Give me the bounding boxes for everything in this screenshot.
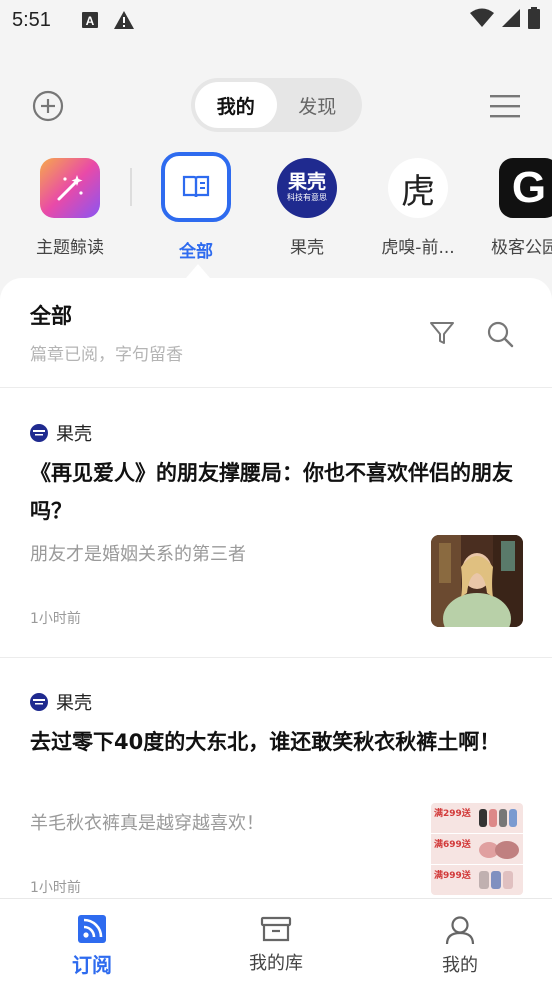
article-thumbnail: 满299送 满699送 满999送 [431, 803, 523, 895]
article-title: 去过零下40度的大东北，谁还敢笑秋衣秋裤土啊！ [30, 730, 501, 754]
signal-icon [502, 8, 520, 32]
user-icon [445, 916, 475, 945]
bottom-nav: 订阅 我的库 我的 [0, 898, 552, 985]
archive-box-icon [260, 916, 292, 942]
search-icon [487, 321, 514, 348]
source-label: 果壳 [290, 238, 324, 258]
subscription-sources: 主题鲸读 全部 果壳 科技有意思 果壳 虎 虎嗅-前... G 极客公园 [0, 150, 552, 262]
guokr-small-logo [30, 693, 48, 711]
article-title: 《再见爱人》的朋友撑腰局：你也不喜欢伴侣的朋友吗？ [30, 461, 513, 523]
magic-wand-icon [40, 158, 100, 218]
guokr-small-logo [30, 424, 48, 442]
view-segment-control: 我的 发现 [191, 78, 362, 132]
filter-icon [430, 322, 454, 344]
tab-subscriptions[interactable]: 订阅 [0, 899, 184, 985]
source-label: 虎嗅-前... [381, 238, 455, 258]
tab-label: 我的库 [249, 953, 303, 974]
tab-label: 我的 [442, 955, 478, 976]
rss-icon [78, 915, 106, 943]
source-theme-reading[interactable]: 主题鲸读 [15, 150, 125, 258]
source-label: 主题鲸读 [36, 238, 104, 258]
plus-circle-icon [32, 90, 64, 122]
status-bar: 5:51 A [0, 0, 552, 40]
filter-button[interactable] [429, 320, 455, 346]
top-nav: 我的 发现 [0, 78, 552, 132]
tab-library[interactable]: 我的库 [184, 899, 368, 985]
article-source-name: 果壳 [56, 693, 92, 714]
sources-divider [130, 168, 132, 206]
wifi-icon [470, 8, 494, 33]
active-source-pointer [186, 264, 210, 278]
article-source-name: 果壳 [56, 424, 92, 445]
article-summary: 羊毛秋衣裤真是越穿越喜欢！ [30, 813, 264, 834]
divider [0, 387, 552, 388]
divider [0, 657, 552, 658]
article-card[interactable]: 果壳 《再见爱人》的朋友撑腰局：你也不喜欢伴侣的朋友吗？ 朋友才是婚姻关系的第三… [0, 420, 552, 658]
segment-mine[interactable]: 我的 [195, 82, 277, 128]
hamburger-menu-icon [490, 95, 520, 118]
source-guokr[interactable]: 果壳 科技有意思 果壳 [252, 150, 362, 258]
article-summary: 朋友才是婚姻关系的第三者 [30, 544, 246, 565]
source-all[interactable]: 全部 [141, 150, 251, 262]
warning-icon [113, 10, 135, 30]
tab-profile[interactable]: 我的 [368, 899, 552, 985]
article-thumbnail [431, 535, 523, 627]
add-subscription-button[interactable] [32, 90, 64, 122]
geekpark-logo: G [499, 158, 552, 218]
feed-panel: 全部 篇章已阅，字句留香 果壳 《再见爱人》的朋友撑腰局：你也不喜欢伴侣的朋友吗… [0, 278, 552, 985]
svg-text:A: A [86, 14, 95, 28]
tab-label: 订阅 [72, 953, 112, 977]
huxiu-logo: 虎 [388, 158, 448, 218]
guokr-logo: 果壳 科技有意思 [277, 158, 337, 218]
book-icon [161, 152, 231, 222]
source-label: 全部 [179, 242, 213, 262]
battery-icon [528, 6, 540, 34]
menu-button[interactable] [488, 92, 522, 120]
article-time: 1小时前 [30, 880, 81, 896]
keyboard-icon: A [81, 11, 99, 29]
source-geekpark[interactable]: G 极客公园 [473, 150, 552, 258]
search-button[interactable] [486, 320, 514, 348]
source-label: 极客公园 [491, 238, 552, 258]
status-time: 5:51 [12, 8, 51, 31]
article-source: 果壳 [30, 689, 92, 715]
article-source: 果壳 [30, 420, 92, 446]
article-time: 1小时前 [30, 611, 81, 627]
source-huxiu[interactable]: 虎 虎嗅-前... [363, 150, 473, 258]
segment-discover[interactable]: 发现 [277, 82, 359, 128]
